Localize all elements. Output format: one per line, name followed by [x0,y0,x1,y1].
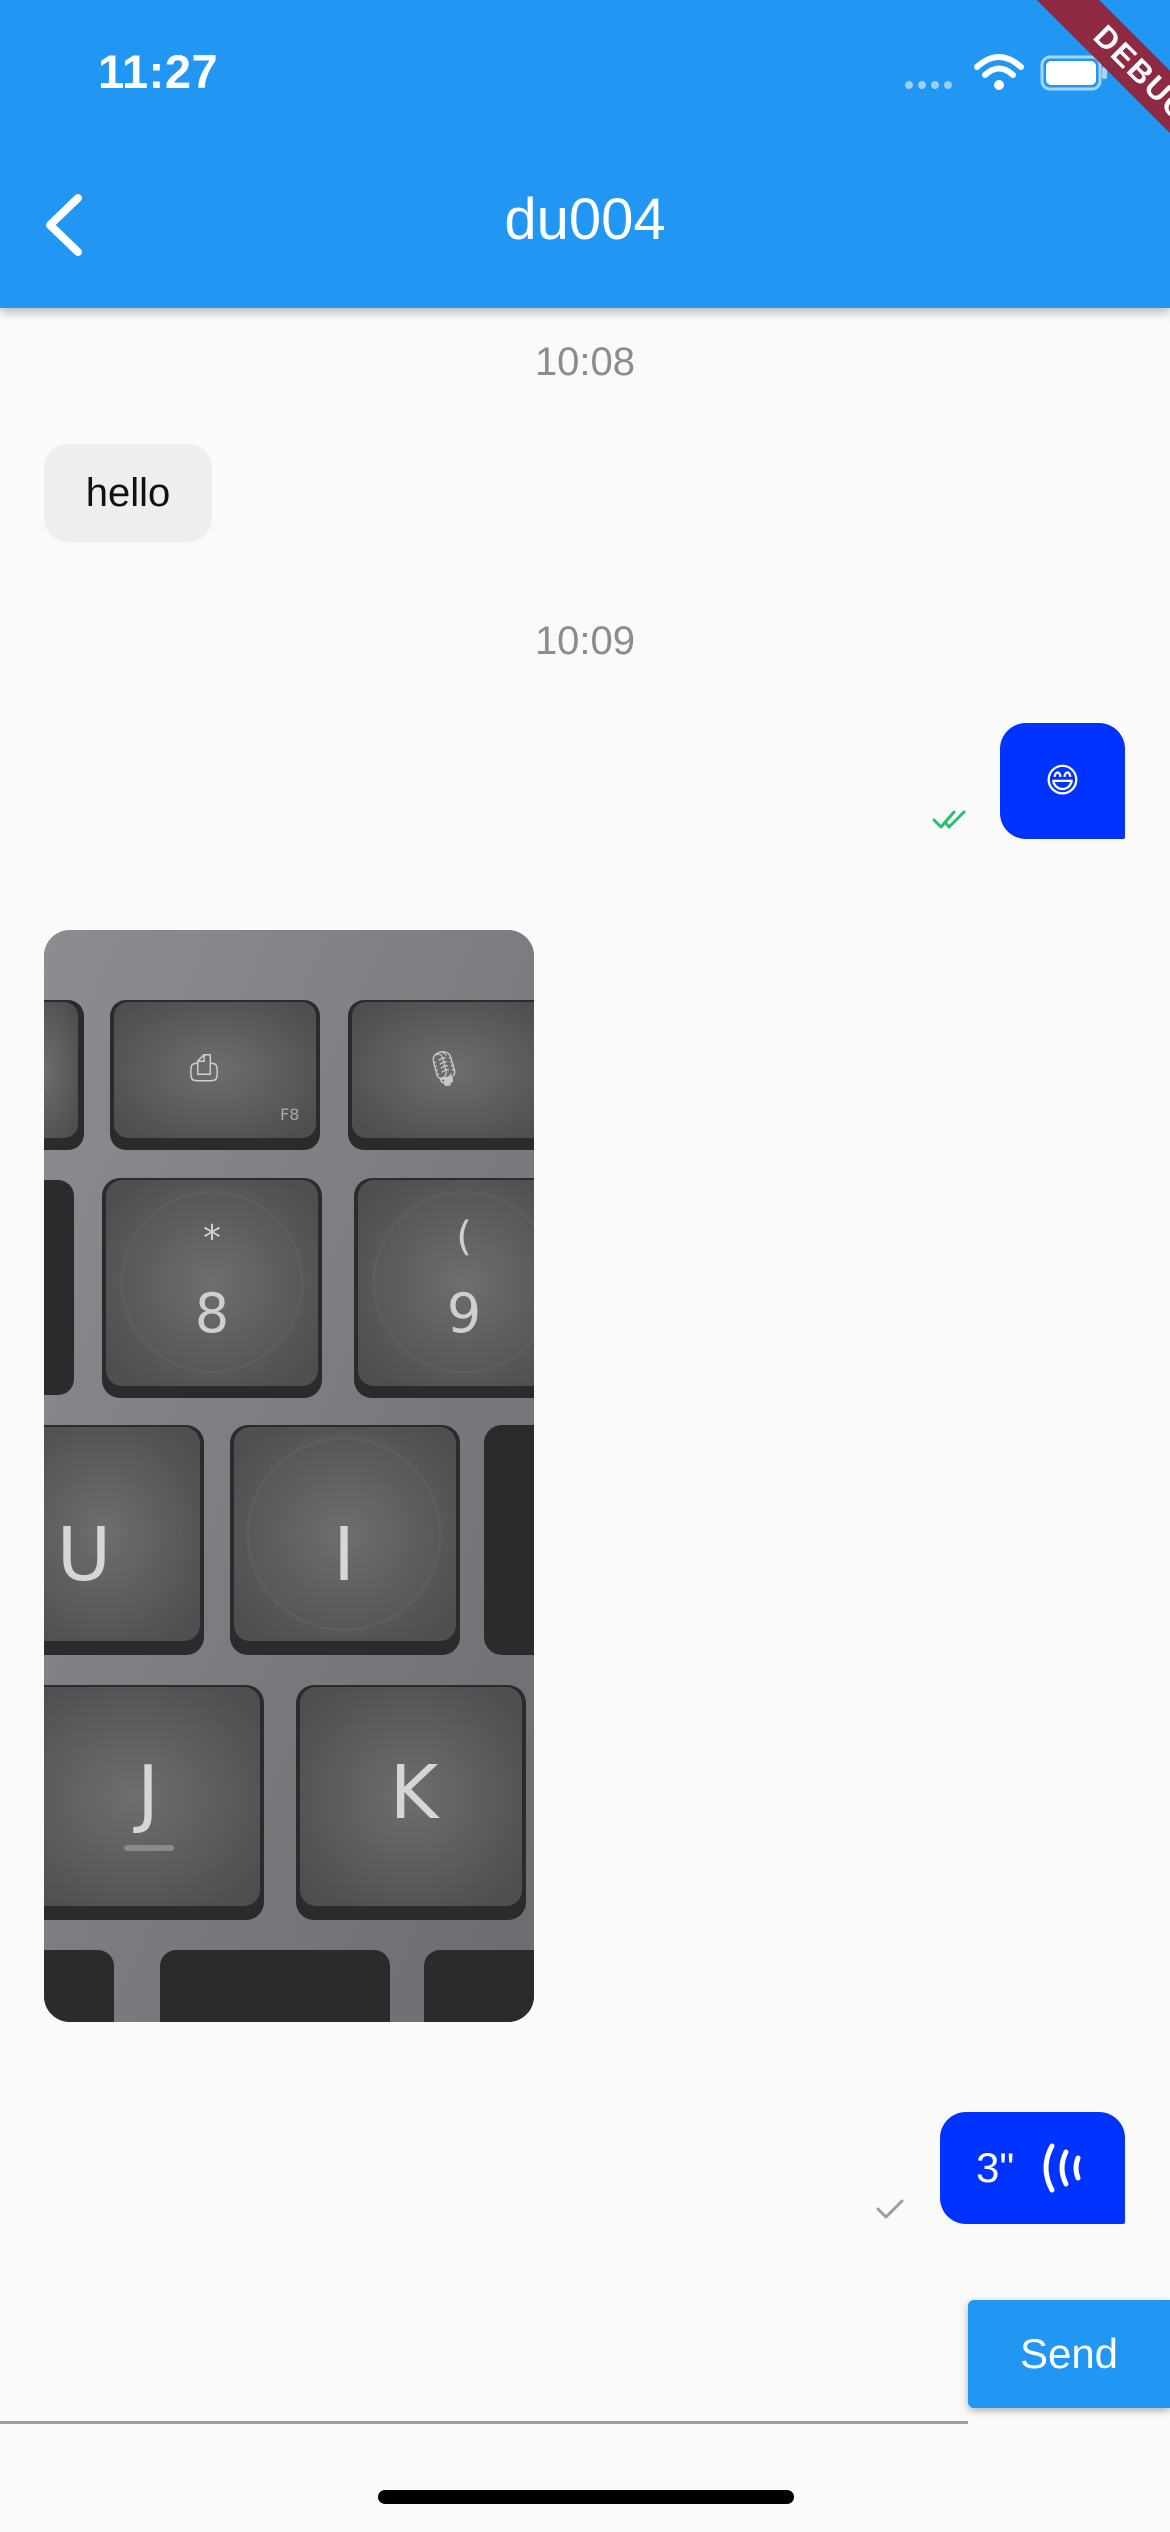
svg-text:J: J [133,1750,159,1836]
svg-text:K: K [390,1750,441,1836]
app-bar: 11:27 du004 [0,0,1170,308]
svg-text:9: 9 [447,1282,481,1345]
double-check-icon [932,810,966,829]
message-timestamp: 10:08 [534,340,636,384]
cellular-signal-icon [905,81,952,89]
message-timestamp: 10:09 [534,619,636,663]
incoming-text-message[interactable]: hello [44,444,212,542]
home-indicator [378,2490,794,2504]
send-button[interactable]: Send [968,2300,1170,2408]
svg-text:(: ( [456,1214,472,1260]
incoming-image-message[interactable]: ⎙ F8 🎙 * 8 ( 9 U I J K [44,930,534,2022]
svg-text:8: 8 [195,1282,229,1345]
check-icon [876,2199,904,2219]
status-time: 11:27 [98,45,219,98]
svg-text:U: U [57,1512,111,1598]
voice-wave-icon [1043,2143,1081,2193]
svg-text:*: * [203,1218,221,1259]
svg-text:⎙: ⎙ [190,1048,219,1089]
chat-title: du004 [504,187,666,252]
outgoing-voice-message[interactable]: 3" [940,2112,1125,2224]
outgoing-emoji-message[interactable]: 😄 [1000,723,1125,839]
wifi-icon [974,54,1024,90]
svg-text:I: I [333,1512,355,1598]
message-input[interactable] [0,2330,968,2424]
photo-keyboard-keys: ⎙ F8 🎙 * 8 ( 9 U I J K [44,930,534,2022]
voice-duration: 3" [976,2144,1015,2191]
svg-text:🎙: 🎙 [422,1049,465,1089]
svg-text:F8: F8 [280,1105,299,1124]
